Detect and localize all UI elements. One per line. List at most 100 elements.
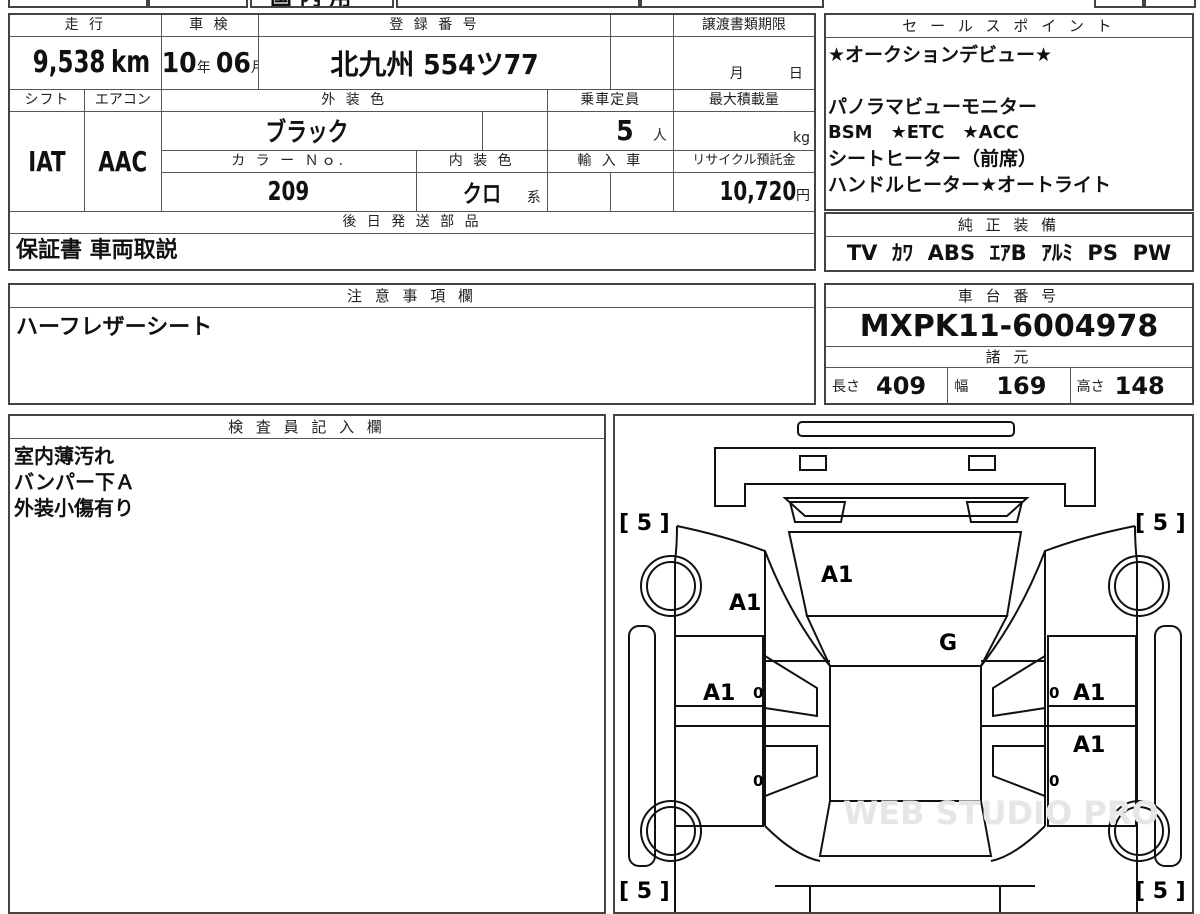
recycle-unit: 円 <box>796 187 810 204</box>
max-load-unit: kg <box>793 129 810 146</box>
main-info-table: 走 行 車 検 登 録 番 号 譲渡書類期限 9,538 km 10年 06 月 … <box>8 13 816 271</box>
side-glass-left <box>764 654 818 718</box>
shaken-month: 06 <box>215 46 251 80</box>
inspector-line: 室内薄汚れ <box>14 444 114 468</box>
sales-points-box: セ ー ル ス ポ イ ン ト ★オークションデビュー★ パノラマビューモニター… <box>824 13 1194 211</box>
hood-line <box>782 497 1030 517</box>
sales-line: パノラマビューモニター <box>828 96 1038 118</box>
later-parts-value: 保証書 車両取説 <box>16 238 178 264</box>
chassis-value: MXPK11-6004978 <box>826 308 1192 347</box>
spec-width-value: 169 <box>996 372 1047 400</box>
mark-front-door-right: A1 <box>1073 681 1105 706</box>
recycle-cell: 10,720円 <box>672 171 816 212</box>
interior-color-cell: クロ 系 <box>415 171 548 212</box>
seating-label: 乗車定員 <box>546 88 674 113</box>
spec-width-label: 幅 <box>954 379 969 395</box>
headlight-left <box>799 455 827 471</box>
mark-zero: 0 <box>1049 772 1059 790</box>
mark-zero: 0 <box>753 772 763 790</box>
front-bumper-top <box>797 421 1015 437</box>
exterior-color-label: 外 装 色 <box>160 88 548 113</box>
spec-length: 長さ 409 <box>826 368 949 404</box>
interior-color-label: 内 装 色 <box>415 149 548 173</box>
side-glass-right <box>992 654 1046 718</box>
import-label: 輸 入 車 <box>546 149 674 173</box>
mark-front-door-left: A1 <box>703 681 735 706</box>
color-no-cell: 209 <box>160 171 417 212</box>
notes-value: ハーフレザーシート <box>16 315 213 340</box>
inspector-box: 検 査 員 記 入 欄 室内薄汚れ バンパー下Ａ 外装小傷有り <box>8 414 606 914</box>
rear-end <box>775 885 1035 912</box>
equipment-value: TV ｶﾜ ABS ｴｱB ｱﾙﾐ PS PW <box>846 241 1172 265</box>
tire-rear-left <box>640 800 702 862</box>
recycle-value: 10,720 <box>719 176 796 207</box>
rear-door-left <box>674 725 764 827</box>
door-line-right <box>981 705 1137 727</box>
registration-cell: 北九州 554ツ77 <box>258 35 611 90</box>
odometer-value: 9,538 <box>32 45 106 81</box>
transfer-month-unit: 月 <box>729 65 744 82</box>
specs-label: 諸 元 <box>826 347 1192 368</box>
inspector-lines: 室内薄汚れ バンパー下Ａ 外装小傷有り <box>10 439 604 521</box>
mark-windshield: G <box>939 631 957 656</box>
spec-height-label: 高さ <box>1076 379 1105 395</box>
sales-points-lines: ★オークションデビュー★ パノラマビューモニター BSM ★ETC ★ACC シ… <box>826 38 1192 198</box>
tire-mark-rear-left: [ 5 ] <box>619 879 670 904</box>
shaken-label: 車 検 <box>160 13 260 37</box>
inspector-line: 外装小傷有り <box>14 496 134 520</box>
tire-mark-rear-right: [ 5 ] <box>1135 879 1186 904</box>
tire-front-left <box>640 555 702 617</box>
shift-value: IAT <box>28 144 66 178</box>
equipment-label: 純 正 装 備 <box>826 214 1192 237</box>
notes-label: 注 意 事 項 欄 <box>10 285 814 308</box>
registration-label: 登 録 番 号 <box>258 13 611 37</box>
shaken-year-unit: 年 <box>196 60 211 77</box>
later-parts-label: 後 日 発 送 部 品 <box>8 210 816 234</box>
top-strip-text: 国 内 用 <box>270 0 351 6</box>
mark-zero: 0 <box>753 684 763 702</box>
sales-line: BSM ★ETC ★ACC <box>828 122 1020 143</box>
mark-front-fender-left: A1 <box>729 591 761 616</box>
shift-cell: IAT <box>8 111 86 212</box>
shaken-month-unit: 月 <box>251 60 258 76</box>
top-strip: 国 内 用 <box>0 0 1200 8</box>
headlight-right <box>968 455 996 471</box>
specs-row: 長さ 409 幅 169 高さ 148 <box>826 368 1192 404</box>
transfer-deadline-label: 譲渡書類期限 <box>672 13 816 37</box>
shift-label: シフト <box>8 88 86 113</box>
max-load-cell: kg <box>672 111 816 151</box>
spec-width: 幅 169 <box>948 368 1071 404</box>
tire-front-right <box>1108 555 1170 617</box>
later-parts-cell: 保証書 車両取説 <box>8 232 816 271</box>
inspector-line: バンパー下Ａ <box>14 470 135 494</box>
odometer-unit: km <box>110 45 150 81</box>
sales-line: シートヒーター（前席） <box>828 148 1038 170</box>
equipment-box: 純 正 装 備 TV ｶﾜ ABS ｴｱB ｱﾙﾐ PS PW <box>824 212 1194 272</box>
color-no-value: 209 <box>267 176 310 207</box>
registration-value: 北九州 554ツ77 <box>330 47 539 81</box>
rear-glass-right <box>992 745 1046 798</box>
door-line-left <box>675 705 830 727</box>
aircon-cell: AAC <box>84 111 162 212</box>
chassis-box: 車 台 番 号 MXPK11-6004978 諸 元 長さ 409 幅 169 … <box>824 283 1194 405</box>
sales-points-label: セ ー ル ス ポ イ ン ト <box>826 15 1192 38</box>
shaken-year: 10 <box>161 46 197 80</box>
notes-box: 注 意 事 項 欄 ハーフレザーシート <box>8 283 816 405</box>
exterior-color-value: ブラック <box>265 118 349 149</box>
odometer-label: 走 行 <box>8 13 162 37</box>
aircon-label: エアコン <box>84 88 162 113</box>
fog-right <box>965 501 1024 523</box>
tire-mark-front-right: [ 5 ] <box>1135 511 1186 536</box>
sales-line <box>828 68 1192 94</box>
spec-length-value: 409 <box>876 372 927 400</box>
damage-diagram-box: [ 5 ] [ 5 ] [ 5 ] [ 5 ] A1 A1 G A1 A1 A1… <box>613 414 1194 914</box>
mark-roof-front: A1 <box>821 563 853 588</box>
sales-line: ★オークションデビュー★ <box>828 44 1053 66</box>
seating-cell: 5 人 <box>546 111 674 151</box>
seating-value: 5 <box>616 114 634 148</box>
spec-height-value: 148 <box>1114 372 1165 400</box>
chassis-label: 車 台 番 号 <box>826 285 1192 308</box>
sales-line: ハンドルヒーター★オートライト <box>828 174 1112 196</box>
odometer-cell: 9,538 km <box>8 35 162 90</box>
aircon-value: AAC <box>98 144 148 178</box>
